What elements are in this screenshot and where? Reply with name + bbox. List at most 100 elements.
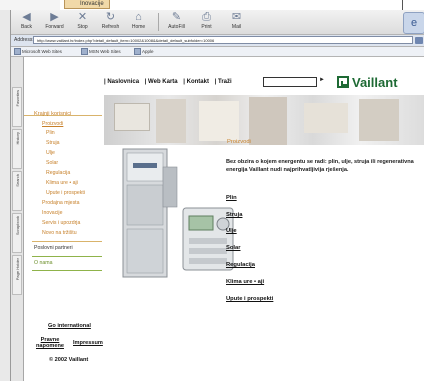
page-heading: Proizvodi [227,139,251,145]
boiler-product-image [122,148,178,278]
address-input[interactable]: http://www.vaillant.hr/index.php?detail_… [33,36,413,44]
product-link-regulacija[interactable]: Regulacija [226,262,255,268]
side-tab-scrapbook[interactable]: Scrapbook [12,213,22,253]
go-international-link[interactable]: Go international [48,323,91,329]
forward-button-label: Forward [45,24,64,30]
product-link-struja[interactable]: Struja [226,212,242,218]
side-tab-search[interactable]: Search [12,171,22,211]
forward-arrow-icon: ▶ [50,11,59,23]
back-button[interactable]: ◀ Back [13,11,40,33]
side-tab-history[interactable]: History [12,129,22,169]
side-tab-favorites[interactable]: Favorites [12,87,22,127]
pravne-napomene-link[interactable]: Pravne napomene [36,337,64,349]
print-button[interactable]: ⎙ Print [193,11,220,33]
autofill-button[interactable]: ✎ AutoFill [163,11,190,33]
address-label: Address: [14,37,34,43]
left-nav-about[interactable]: O nama [34,260,52,267]
photo-family [249,97,287,145]
left-nav-item-inovacije[interactable]: Inovacije [42,210,62,217]
home-icon: ⌂ [135,11,142,23]
favorite-apple[interactable]: Apple [134,48,154,56]
product-link-plin[interactable]: Plin [226,195,237,201]
favorite-page-icon [14,48,21,56]
side-tab-label: Page Holder [15,258,20,281]
favorite-label: MSN Web Sites [89,49,121,54]
impressum-link[interactable]: Impressum [73,340,103,346]
background-document-tab-label: Inovacije [80,1,104,7]
favorite-msn-web-sites[interactable]: MSN Web Sites [81,48,121,56]
left-nav-item-regulacija[interactable]: Regulacija [46,170,70,177]
site-top-navigation: | Naslovnica | Web Karta | Kontakt | Tra… [104,79,236,85]
left-nav-item-ulje[interactable]: Ulje [46,150,55,157]
mail-button-label: Mail [231,24,242,30]
left-nav-item-klima[interactable]: Klima ure • aji [46,180,78,187]
side-tab-label: Scrapbook [15,216,20,236]
product-link-klima[interactable]: Klima ure • aji [226,279,264,285]
stop-button-label: Stop [77,24,88,30]
left-nav-item-servis[interactable]: Servis i upozdrja [42,220,80,227]
left-nav-item-prodajna-mjesta[interactable]: Prodajna mjesta [42,200,80,207]
browser-toolbar: ◀ Back ▶ Forward ✕ Stop ↻ Refresh ⌂ Home… [11,10,424,35]
product-link-upute[interactable]: Upute i prospekti [226,296,273,302]
side-tab-label: Search [15,174,20,187]
photo-living-room [304,103,348,133]
autofill-icon: ✎ [171,11,182,23]
print-icon: ⎙ [202,11,211,23]
address-bar: Address: http://www.vaillant.hr/index.ph… [11,35,424,47]
left-nav-item-proizvodi[interactable]: Proizvodi [42,121,63,128]
vaillant-logo[interactable]: Vaillant [352,75,398,90]
product-link-ulje[interactable]: Ulje [226,228,237,234]
left-nav-item-upute[interactable]: Upute i prospekti [46,190,85,197]
nav-kontakt-link[interactable]: | Kontakt [183,79,209,85]
print-button-label: Print [201,24,212,30]
autofill-button-label: AutoFill [168,24,185,30]
web-page-content: | Naslovnica | Web Karta | Kontakt | Tra… [24,57,424,381]
forward-button[interactable]: ▶ Forward [41,11,68,33]
back-button-label: Back [20,24,33,30]
header-photo-strip [104,95,424,145]
nav-naslovnica-link[interactable]: | Naslovnica [104,79,139,85]
favorite-label: Microsoft Web Sites [22,49,62,54]
browser-window: ◀ Back ▶ Forward ✕ Stop ↻ Refresh ⌂ Home… [10,10,424,381]
left-nav-item-novo[interactable]: Novo na tržištu [42,230,77,237]
intro-paragraph: Bez obzira o kojem energentu se radi: pl… [226,159,414,173]
photo-person [156,99,186,143]
refresh-button-label: Refresh [101,24,120,30]
left-nav-item-solar[interactable]: Solar [46,160,58,167]
left-nav-item-plin[interactable]: Plin [46,130,55,137]
nav-web-karta-link[interactable]: | Web Karta [145,79,178,85]
home-button-label: Home [131,24,146,30]
side-tab-label: History [15,132,20,145]
left-nav-item-struja[interactable]: Struja [46,140,60,147]
site-search-go-icon[interactable]: ► [319,77,325,83]
vaillant-logo-mark-icon [337,76,349,88]
home-button[interactable]: ⌂ Home [125,11,152,33]
photo-appliance [114,103,150,131]
copyright-text: © 2002 Vaillant [49,357,89,363]
browser-throbber-icon: e [403,12,424,34]
mail-button[interactable]: ✉ Mail [223,11,250,33]
favorite-page-icon [134,48,141,56]
side-tab-page-holder[interactable]: Page Holder [12,255,22,295]
left-nav-separator [32,270,102,271]
address-go-icon[interactable] [415,37,423,44]
back-arrow-icon: ◀ [22,11,31,23]
favorite-microsoft-web-sites[interactable]: Microsoft Web Sites [14,48,62,56]
stop-button[interactable]: ✕ Stop [69,11,96,33]
refresh-icon: ↻ [105,11,116,23]
favorite-page-icon [81,48,88,56]
left-nav-partners-title[interactable]: Poslovni partneri [34,245,73,252]
refresh-button[interactable]: ↻ Refresh [97,11,124,33]
explorer-side-tabs: Favorites History Search Scrapbook Page … [11,57,24,381]
favorite-label: Apple [142,49,154,54]
toolbar-separator [158,13,159,31]
site-search-input[interactable] [263,77,317,87]
photo-bathroom [199,101,239,141]
left-nav-separator [32,241,102,242]
left-nav-separator [32,256,102,257]
mail-icon: ✉ [231,11,242,23]
product-link-solar[interactable]: Solar [226,245,241,251]
photo-person [359,99,399,141]
favorites-bar: Microsoft Web Sites MSN Web Sites Apple [11,47,424,57]
stop-icon: ✕ [77,11,88,23]
